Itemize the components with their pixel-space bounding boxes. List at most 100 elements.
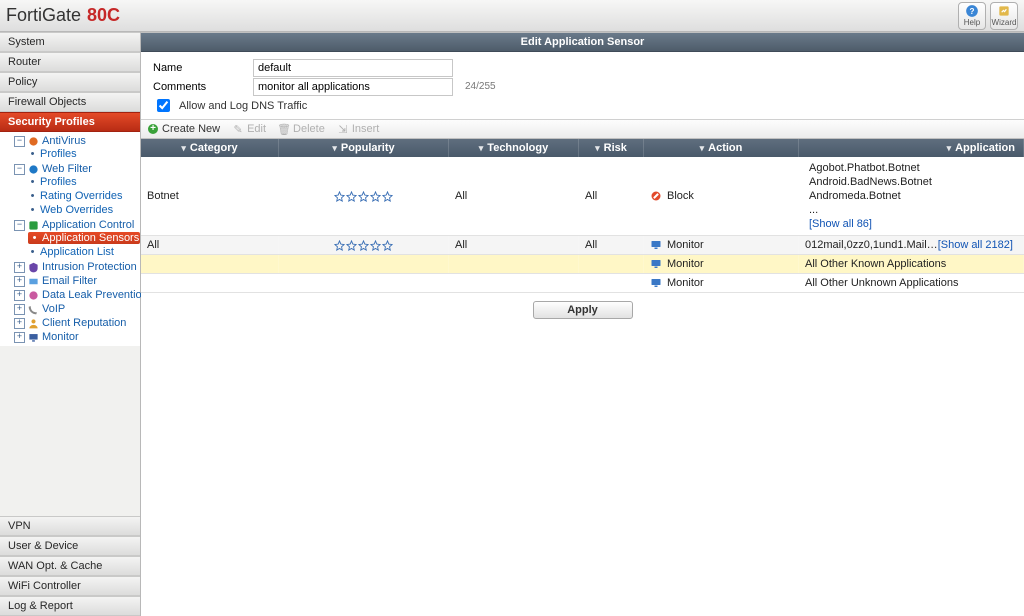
nav-vpn[interactable]: VPN — [0, 516, 140, 536]
wizard-label: Wizard — [992, 18, 1017, 27]
cell-action: Block — [644, 157, 799, 235]
cell-technology — [449, 274, 579, 292]
name-input[interactable] — [253, 59, 453, 77]
col-application[interactable]: Application — [799, 139, 1024, 157]
apply-area: Apply — [141, 293, 1024, 327]
monitor-icon — [28, 332, 39, 343]
expand-icon[interactable]: + — [14, 332, 25, 343]
col-risk[interactable]: Risk — [579, 139, 644, 157]
comments-count: 24/255 — [465, 81, 496, 92]
star-icon — [346, 191, 357, 202]
dns-checkbox[interactable] — [157, 99, 170, 112]
expand-icon[interactable]: + — [14, 276, 25, 287]
tree-app-list[interactable]: •Application List — [28, 246, 140, 258]
tree-appcontrol[interactable]: − Application Control — [14, 219, 140, 231]
wizard-icon — [997, 4, 1011, 18]
comments-label: Comments — [153, 81, 247, 93]
wizard-button[interactable]: Wizard — [990, 2, 1018, 30]
cell-category: All — [141, 236, 279, 254]
action-value[interactable]: Monitor — [650, 277, 704, 289]
tree-antivirus-label: AntiVirus — [42, 135, 86, 147]
email-icon — [28, 276, 39, 287]
nav-security-profiles[interactable]: Security Profiles — [0, 112, 140, 132]
plus-icon: + — [147, 123, 159, 135]
tree-antivirus[interactable]: − AntiVirus — [14, 135, 140, 147]
help-button[interactable]: ? Help — [958, 2, 986, 30]
star-icon — [370, 191, 381, 202]
tree-wf-rating[interactable]: •Rating Overrides — [28, 190, 140, 202]
nav-wanopt[interactable]: WAN Opt. & Cache — [0, 556, 140, 576]
tree-webfilter[interactable]: − Web Filter — [14, 163, 140, 175]
action-value[interactable]: Monitor — [650, 239, 704, 251]
grid-row[interactable]: MonitorAll Other Known Applications — [141, 255, 1024, 274]
star-rating — [334, 240, 393, 251]
edit-icon: ✎ — [232, 123, 244, 135]
expand-icon[interactable]: + — [14, 304, 25, 315]
nav-router[interactable]: Router — [0, 52, 140, 72]
collapse-icon[interactable]: − — [14, 164, 25, 175]
expand-icon[interactable]: + — [14, 262, 25, 273]
cell-action: Monitor — [644, 236, 799, 254]
name-label: Name — [153, 62, 247, 74]
sidebar-bottom: VPN User & Device WAN Opt. & Cache WiFi … — [0, 516, 140, 616]
nav-system[interactable]: System — [0, 32, 140, 52]
cell-technology — [449, 255, 579, 273]
create-new-button[interactable]: + Create New — [147, 123, 220, 135]
voip-icon — [28, 304, 39, 315]
star-icon — [382, 191, 393, 202]
tree-clientrep[interactable]: +Client Reputation — [14, 317, 140, 329]
cell-application: 012mail,0zz0,1und1.Mail… [Show all 2182] — [799, 236, 1024, 254]
expand-icon[interactable]: + — [14, 318, 25, 329]
show-all-link[interactable]: [Show all 2182] — [938, 239, 1013, 251]
tree-voip[interactable]: +VoIP — [14, 303, 140, 315]
insert-icon: ⇲ — [337, 123, 349, 135]
tree-wf-profiles[interactable]: •Profiles — [28, 176, 140, 188]
antivirus-icon — [28, 136, 39, 147]
grid-row[interactable]: BotnetAllAllBlockAgobot.Phatbot.BotnetAn… — [141, 157, 1024, 236]
col-popularity[interactable]: Popularity — [279, 139, 449, 157]
cell-action: Monitor — [644, 274, 799, 292]
star-icon — [370, 240, 381, 251]
cell-category — [141, 255, 279, 273]
cell-application: All Other Unknown Applications — [799, 274, 1024, 292]
grid-row[interactable]: AllAllAllMonitor012mail,0zz0,1und1.Mail…… — [141, 236, 1024, 255]
filter-icon — [332, 142, 337, 154]
application-list: Agobot.Phatbot.BotnetAndroid.BadNews.Bot… — [805, 159, 936, 233]
intrusion-icon — [28, 262, 39, 273]
grid-toolbar: + Create New ✎ Edit 🗑 Delete ⇲ Insert — [141, 119, 1024, 139]
action-value[interactable]: Block — [650, 190, 694, 202]
grid-body: BotnetAllAllBlockAgobot.Phatbot.BotnetAn… — [141, 157, 1024, 293]
show-all-link[interactable]: [Show all 86] — [809, 217, 932, 231]
nav-wifi[interactable]: WiFi Controller — [0, 576, 140, 596]
col-category[interactable]: Category — [141, 139, 279, 157]
expand-icon[interactable]: + — [14, 290, 25, 301]
tree-email[interactable]: +Email Filter — [14, 275, 140, 287]
apply-button[interactable]: Apply — [533, 301, 633, 319]
tree-app-sensors[interactable]: •Application Sensors — [28, 232, 140, 244]
nav-policy[interactable]: Policy — [0, 72, 140, 92]
comments-input[interactable] — [253, 78, 453, 96]
collapse-icon[interactable]: − — [14, 220, 25, 231]
tree-wf-web[interactable]: •Web Overrides — [28, 204, 140, 216]
nav-user[interactable]: User & Device — [0, 536, 140, 556]
delete-button: 🗑 Delete — [278, 123, 325, 135]
grid-row[interactable]: Monitor All Other Unknown Applications — [141, 274, 1024, 293]
monitor-icon — [650, 239, 662, 251]
action-value[interactable]: Monitor — [650, 258, 704, 270]
tree-intrusion[interactable]: +Intrusion Protection — [14, 261, 140, 273]
svg-text:?: ? — [970, 7, 975, 16]
nav-log[interactable]: Log & Report — [0, 596, 140, 616]
nav-firewall[interactable]: Firewall Objects — [0, 92, 140, 112]
col-action[interactable]: Action — [644, 139, 799, 157]
collapse-icon[interactable]: − — [14, 136, 25, 147]
cell-popularity — [279, 255, 449, 273]
application-item: Agobot.Phatbot.Botnet — [809, 161, 932, 175]
application-item: Andromeda.Botnet — [809, 189, 932, 203]
tree-dlp[interactable]: +Data Leak Prevention — [14, 289, 140, 301]
bullet-icon: • — [28, 246, 37, 258]
bullet-icon: • — [28, 204, 37, 216]
col-technology[interactable]: Technology — [449, 139, 579, 157]
tree-av-profiles[interactable]: •Profiles — [28, 148, 140, 160]
tree-monitor[interactable]: +Monitor — [14, 331, 140, 343]
tree-webfilter-label: Web Filter — [42, 163, 92, 175]
